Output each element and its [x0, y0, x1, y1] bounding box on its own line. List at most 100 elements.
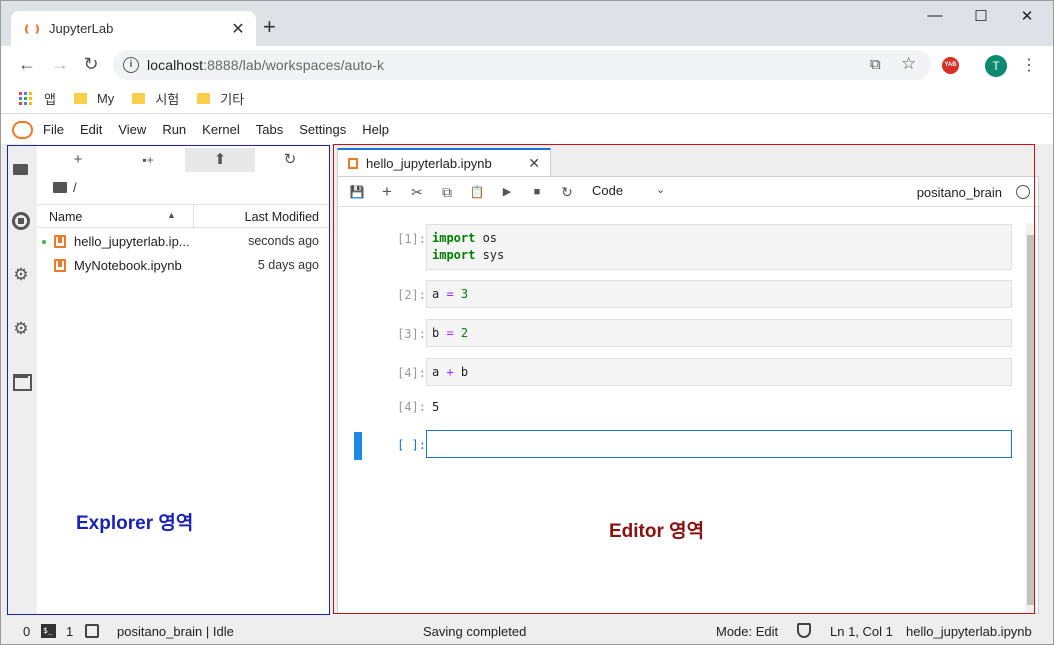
back-button[interactable]: ← — [15, 54, 39, 74]
paste-icon[interactable]: 📋 — [468, 183, 486, 201]
bookmark-label: 앱 — [44, 92, 56, 107]
save-icon[interactable]: 💾 — [348, 183, 366, 201]
bookmark-my[interactable]: My — [73, 91, 115, 106]
trusted-shield-icon[interactable] — [797, 623, 811, 638]
kernel-status-icon — [1016, 185, 1030, 199]
notebook-cells: [1]: import os import sys [2]: a = 3 [3]… — [338, 208, 1024, 613]
file-row[interactable]: MyNotebook.ipynb 5 days ago — [37, 254, 329, 278]
open-tabs-icon[interactable] — [10, 370, 32, 392]
terminal-count[interactable]: 0 — [23, 624, 30, 639]
cell-type-value: Code — [592, 183, 624, 198]
yab-extension-icon[interactable]: YAB — [942, 57, 959, 74]
active-code-cell[interactable] — [426, 430, 1012, 458]
file-name[interactable]: MyNotebook.ipynb — [74, 258, 182, 273]
profile-avatar[interactable]: T — [985, 55, 1007, 77]
folder-icon — [73, 93, 87, 104]
upload-button[interactable]: ⬆ — [185, 148, 255, 172]
new-tab-button[interactable]: + — [263, 16, 276, 38]
cut-icon[interactable]: ✂ — [408, 183, 426, 201]
menu-file[interactable]: File — [43, 122, 64, 137]
notebook-tab[interactable]: hello_jupyterlab.ipynb ✕ — [337, 148, 551, 176]
code-cell[interactable]: b = 2 — [426, 319, 1012, 347]
url-path: :8888/lab/workspaces/auto-k — [203, 57, 385, 73]
browser-tab-title: JupyterLab — [49, 21, 114, 36]
minimize-button[interactable]: — — [912, 7, 958, 24]
kernel-count[interactable]: 1 — [66, 624, 73, 639]
left-sidebar: ⚙ ⚙ — [7, 144, 37, 614]
code-cell[interactable]: import os import sys — [426, 224, 1012, 270]
menu-help[interactable]: Help — [362, 122, 389, 137]
new-folder-button[interactable]: ▪+ — [113, 148, 183, 172]
status-bar: 0 $_ 1 positano_brain | Idle Saving comp… — [1, 618, 1053, 644]
code-cell[interactable]: a + b — [426, 358, 1012, 386]
address-bar[interactable]: i localhost:8888/lab/workspaces/auto-k ⧉… — [113, 50, 931, 80]
cell-output: 5 — [432, 400, 440, 414]
copy-icon[interactable]: ⧉ — [438, 183, 456, 201]
breadcrumb[interactable]: / — [53, 180, 77, 195]
current-file-name: hello_jupyterlab.ipynb — [906, 624, 1032, 639]
new-launcher-button[interactable]: + — [43, 148, 113, 172]
breadcrumb-path[interactable]: / — [73, 180, 77, 195]
apps-grid-icon — [19, 92, 32, 105]
status-message: Saving completed — [423, 624, 527, 639]
close-notebook-tab-icon[interactable]: ✕ — [528, 155, 540, 172]
bookmark-star-icon[interactable]: ☆ — [901, 54, 916, 74]
jupyter-menubar: File Edit View Run Kernel Tabs Settings … — [1, 115, 1053, 144]
browser-tab[interactable]: JupyterLab ✕ — [11, 11, 256, 46]
cursor-position[interactable]: Ln 1, Col 1 — [830, 624, 893, 639]
browser-titlebar: JupyterLab ✕ + — ☐ ✕ — [1, 1, 1053, 46]
column-last-modified[interactable]: Last Modified — [245, 210, 319, 224]
scrollbar-thumb[interactable] — [1027, 235, 1035, 605]
stop-icon[interactable]: ■ — [528, 183, 546, 201]
bookmark-apps[interactable]: 앱 — [19, 89, 56, 108]
code-cell[interactable]: a = 3 — [426, 280, 1012, 308]
bookmark-label: My — [96, 91, 115, 106]
bookmark-exam[interactable]: 시험 — [132, 89, 179, 108]
active-cell-indicator — [354, 432, 362, 460]
command-palette-icon[interactable]: ⚙ — [10, 264, 32, 286]
menu-edit[interactable]: Edit — [80, 122, 102, 137]
notebook-icon — [348, 157, 358, 169]
menu-run[interactable]: Run — [162, 122, 186, 137]
sort-ascending-icon[interactable]: ▲ — [167, 210, 176, 220]
url-host: localhost — [147, 57, 204, 73]
forward-button[interactable]: → — [48, 54, 72, 74]
code-text: sys — [475, 248, 505, 262]
kernel-chip-icon[interactable] — [85, 624, 99, 638]
refresh-button[interactable]: ↻ — [255, 148, 325, 172]
settings-icon[interactable]: ⚙ — [10, 318, 32, 340]
column-name[interactable]: Name — [49, 210, 82, 224]
file-browser-tab-icon[interactable] — [10, 158, 32, 180]
code-operator: = — [439, 326, 461, 340]
browser-menu-icon[interactable]: ⋮ — [1021, 55, 1037, 75]
run-icon[interactable]: ▶ — [498, 183, 516, 201]
menu-view[interactable]: View — [118, 122, 146, 137]
cell-type-select[interactable]: Code ⌄ — [592, 183, 672, 198]
kernel-name[interactable]: positano_brain — [917, 185, 1002, 200]
restart-kernel-icon[interactable]: ↻ — [558, 183, 576, 201]
translate-icon[interactable]: ⧉ — [870, 56, 881, 73]
file-row[interactable]: hello_jupyterlab.ip... seconds ago — [37, 230, 329, 254]
browser-toolbar: ← → ↻ i localhost:8888/lab/workspaces/au… — [1, 46, 1053, 84]
jupyter-logo-icon — [11, 120, 33, 140]
file-modified: 5 days ago — [257, 258, 319, 272]
terminal-icon[interactable]: $_ — [41, 624, 56, 638]
notebook-scrollbar[interactable] — [1026, 223, 1036, 613]
close-window-button[interactable]: ✕ — [1004, 7, 1050, 25]
file-name[interactable]: hello_jupyterlab.ip... — [74, 234, 190, 249]
menu-settings[interactable]: Settings — [299, 122, 346, 137]
menu-kernel[interactable]: Kernel — [202, 122, 240, 137]
cell-prompt: [2]: — [397, 288, 426, 302]
close-tab-icon[interactable]: ✕ — [226, 19, 250, 39]
bookmark-other[interactable]: 기타 — [197, 89, 244, 108]
kernel-status[interactable]: positano_brain | Idle — [117, 624, 234, 639]
menu-tabs[interactable]: Tabs — [256, 122, 283, 137]
maximize-button[interactable]: ☐ — [958, 7, 1004, 25]
panel-splitter[interactable] — [329, 144, 337, 618]
chevron-down-icon: ⌄ — [656, 184, 666, 196]
insert-cell-icon[interactable]: + — [378, 183, 396, 201]
reload-button[interactable]: ↻ — [79, 54, 103, 74]
column-divider[interactable] — [193, 205, 194, 229]
site-info-icon[interactable]: i — [123, 57, 139, 73]
running-sessions-icon[interactable] — [12, 212, 30, 230]
